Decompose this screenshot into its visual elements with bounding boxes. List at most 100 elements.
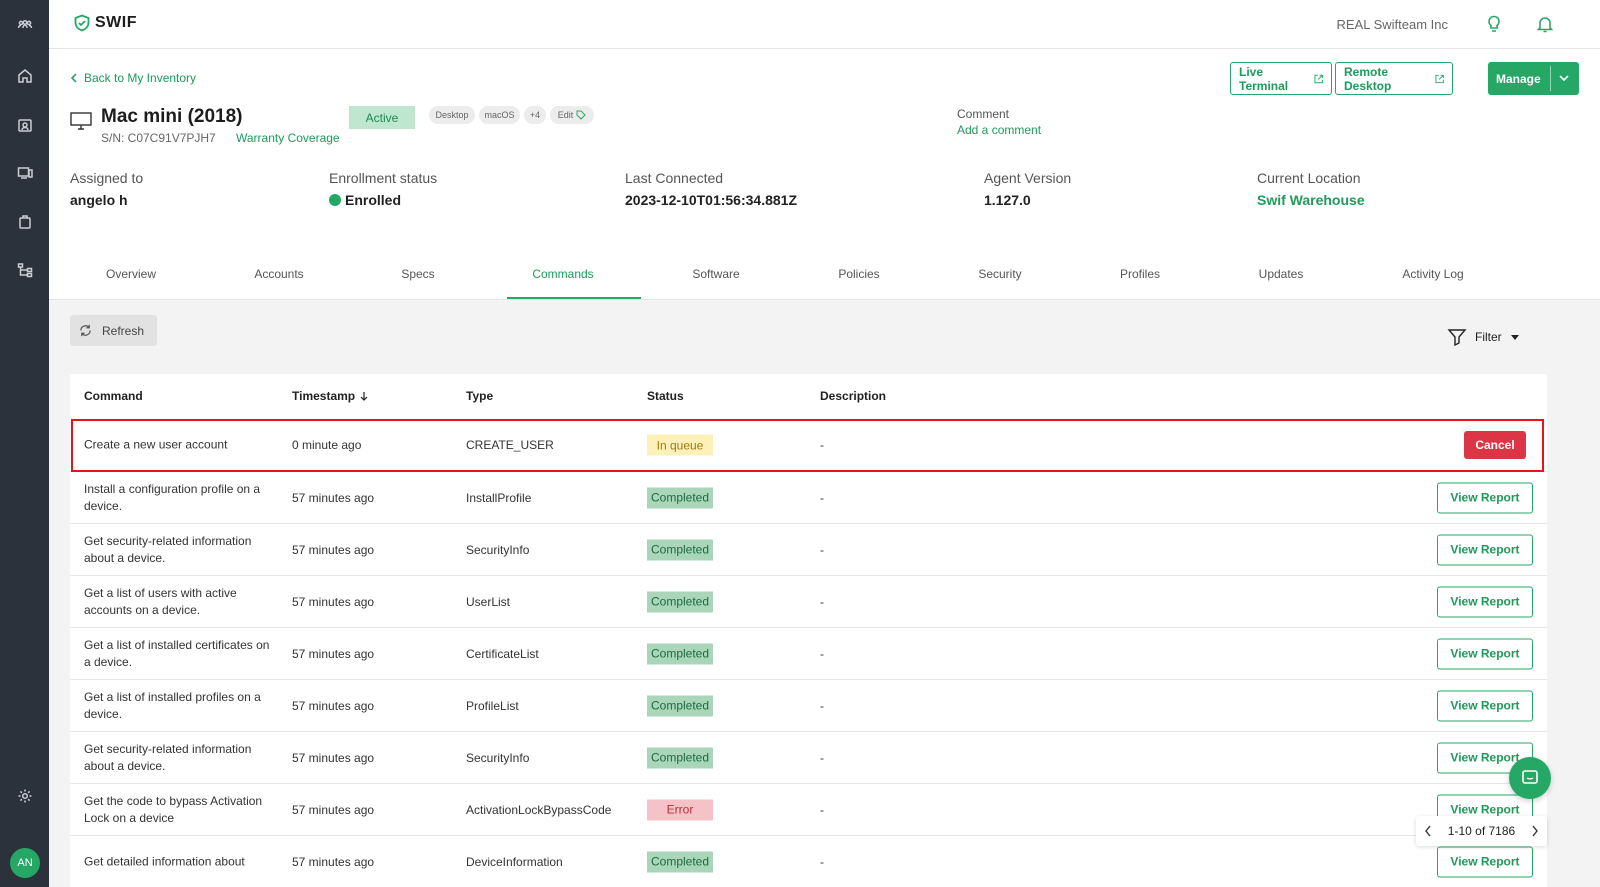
description-cell: - (820, 854, 824, 869)
desktop-icon (70, 112, 92, 130)
edit-tags-button[interactable]: Edit (550, 106, 594, 124)
type-cell: UserList (466, 594, 511, 609)
warranty-link[interactable]: Warranty Coverage (236, 131, 340, 145)
filter-icon (1447, 329, 1467, 347)
command-cell: Get the code to bypass Activation Lock o… (84, 793, 263, 825)
view-report-button[interactable]: View Report (1437, 482, 1533, 513)
col-timestamp-label: Timestamp (292, 389, 356, 403)
chat-button[interactable] (1509, 757, 1551, 799)
timestamp-cell: 57 minutes ago (292, 490, 375, 505)
current-location: Current Location Swif Warehouse (1257, 170, 1365, 208)
shield-logo-icon (74, 14, 90, 32)
refresh-icon (80, 324, 91, 337)
remote-desktop-button[interactable]: Remote Desktop (1335, 62, 1453, 95)
tab-profiles[interactable]: Profiles (1120, 267, 1160, 281)
col-command[interactable]: Command (84, 389, 143, 403)
view-report-button[interactable]: View Report (1437, 846, 1533, 877)
command-cell: Get a list of users with active accounts… (84, 585, 237, 617)
col-timestamp[interactable]: Timestamp (292, 389, 369, 403)
top-bar: SWIF REAL Swifteam Inc (49, 0, 1600, 49)
tab-commands[interactable]: Commands (532, 267, 593, 281)
description-cell: - (820, 698, 824, 713)
type-cell: CertificateList (466, 646, 539, 661)
timestamp-cell: 57 minutes ago (292, 750, 375, 765)
external-link-icon (1314, 74, 1323, 83)
devices-icon[interactable] (13, 161, 37, 185)
tab-software[interactable]: Software (692, 267, 739, 281)
col-type[interactable]: Type (466, 389, 493, 403)
back-link[interactable]: Back to My Inventory (70, 71, 196, 85)
logo-text: SWIF (95, 14, 137, 31)
enrolled-dot-icon (329, 194, 341, 206)
people-icon[interactable] (13, 113, 37, 137)
col-description[interactable]: Description (820, 389, 886, 403)
organization-name[interactable]: REAL Swifteam Inc (1336, 17, 1448, 32)
table-row: Get security-related information about a… (70, 731, 1547, 783)
description-cell: - (820, 490, 824, 505)
location-value[interactable]: Swif Warehouse (1257, 192, 1365, 208)
tab-accounts[interactable]: Accounts (254, 267, 303, 281)
command-cell: Get security-related information about a… (84, 533, 252, 565)
location-label: Current Location (1257, 170, 1361, 186)
type-cell: InstallProfile (466, 490, 532, 505)
bell-icon[interactable] (1535, 14, 1557, 36)
add-comment-link[interactable]: Add a comment (957, 123, 1041, 137)
tab-bar: Overview Accounts Specs Commands Softwar… (49, 255, 1600, 300)
workflow-icon[interactable] (13, 258, 37, 282)
home-icon[interactable] (13, 64, 37, 88)
tab-activity-log[interactable]: Activity Log (1402, 267, 1463, 281)
view-report-button[interactable]: View Report (1437, 638, 1533, 669)
device-name: Mac mini (2018) (101, 106, 243, 127)
type-cell: SecurityInfo (466, 542, 530, 557)
team-icon[interactable] (13, 13, 37, 37)
tab-policies[interactable]: Policies (838, 267, 879, 281)
tab-specs[interactable]: Specs (401, 267, 434, 281)
live-terminal-button[interactable]: Live Terminal (1230, 62, 1332, 95)
filter-button[interactable]: Filter (1447, 327, 1520, 347)
next-page-icon[interactable] (1531, 825, 1539, 837)
description-cell: - (820, 802, 824, 817)
agent-version: Agent Version 1.127.0 (984, 170, 1071, 208)
settings-icon[interactable] (13, 784, 37, 808)
tab-overview[interactable]: Overview (106, 267, 156, 281)
view-report-button[interactable]: View Report (1437, 586, 1533, 617)
refresh-button[interactable]: Refresh (70, 315, 157, 346)
table-row: Get security-related information about a… (70, 523, 1547, 575)
chat-icon (1522, 770, 1538, 784)
type-cell: ProfileList (466, 698, 519, 713)
status-badge: Completed (647, 591, 713, 612)
user-avatar[interactable]: AN (10, 848, 40, 878)
remote-desktop-label: Remote Desktop (1344, 64, 1392, 93)
commands-table: Command Timestamp Type Status Descriptio… (70, 374, 1547, 887)
app-logo[interactable]: SWIF (73, 14, 137, 32)
tab-security[interactable]: Security (978, 267, 1021, 281)
assigned-value[interactable]: angelo h (70, 192, 143, 208)
chevron-down-icon[interactable] (1558, 72, 1570, 84)
tab-updates[interactable]: Updates (1259, 267, 1304, 281)
view-report-button[interactable]: View Report (1437, 690, 1533, 721)
manage-button[interactable]: Manage (1488, 62, 1579, 95)
status-badge: Completed (647, 487, 713, 508)
command-cell: Get security-related information about a… (84, 741, 252, 773)
col-status[interactable]: Status (647, 389, 684, 403)
description-cell: - (820, 750, 824, 765)
timestamp-cell: 57 minutes ago (292, 646, 375, 661)
tag-more[interactable]: +4 (524, 106, 546, 124)
assigned-to: Assigned to angelo h (70, 170, 143, 208)
type-cell: DeviceInformation (466, 854, 563, 869)
command-cell: Get a list of installed profiles on a de… (84, 689, 261, 721)
enrollment-status: Enrollment status Enrolled (329, 170, 437, 208)
table-row: Get the code to bypass Activation Lock o… (70, 783, 1547, 835)
filter-label: Filter (1475, 330, 1502, 344)
active-tab-indicator (507, 297, 641, 299)
view-report-button[interactable]: View Report (1437, 534, 1533, 565)
status-badge: Completed (647, 695, 713, 716)
comment-label: Comment (957, 107, 1010, 121)
agent-value: 1.127.0 (984, 192, 1031, 208)
external-link-icon (1435, 74, 1444, 83)
prev-page-icon[interactable] (1424, 825, 1432, 837)
table-row: Get a list of installed profiles on a de… (70, 679, 1547, 731)
status-badge: Completed (647, 851, 713, 872)
lightbulb-icon[interactable] (1484, 14, 1506, 36)
apps-icon[interactable] (13, 210, 37, 234)
